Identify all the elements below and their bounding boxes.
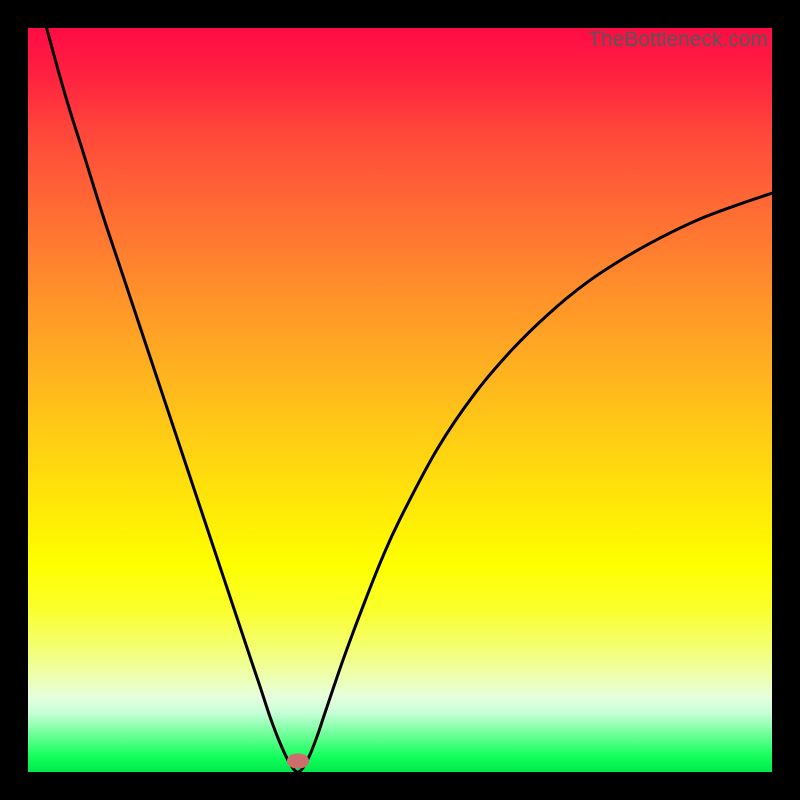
chart-frame: TheBottleneck.com [0, 0, 800, 800]
curve-svg [28, 28, 772, 772]
watermark-text: TheBottleneck.com [588, 28, 768, 52]
minimum-marker [287, 753, 309, 768]
bottleneck-curve-path [47, 28, 772, 772]
plot-area: TheBottleneck.com [28, 28, 772, 772]
